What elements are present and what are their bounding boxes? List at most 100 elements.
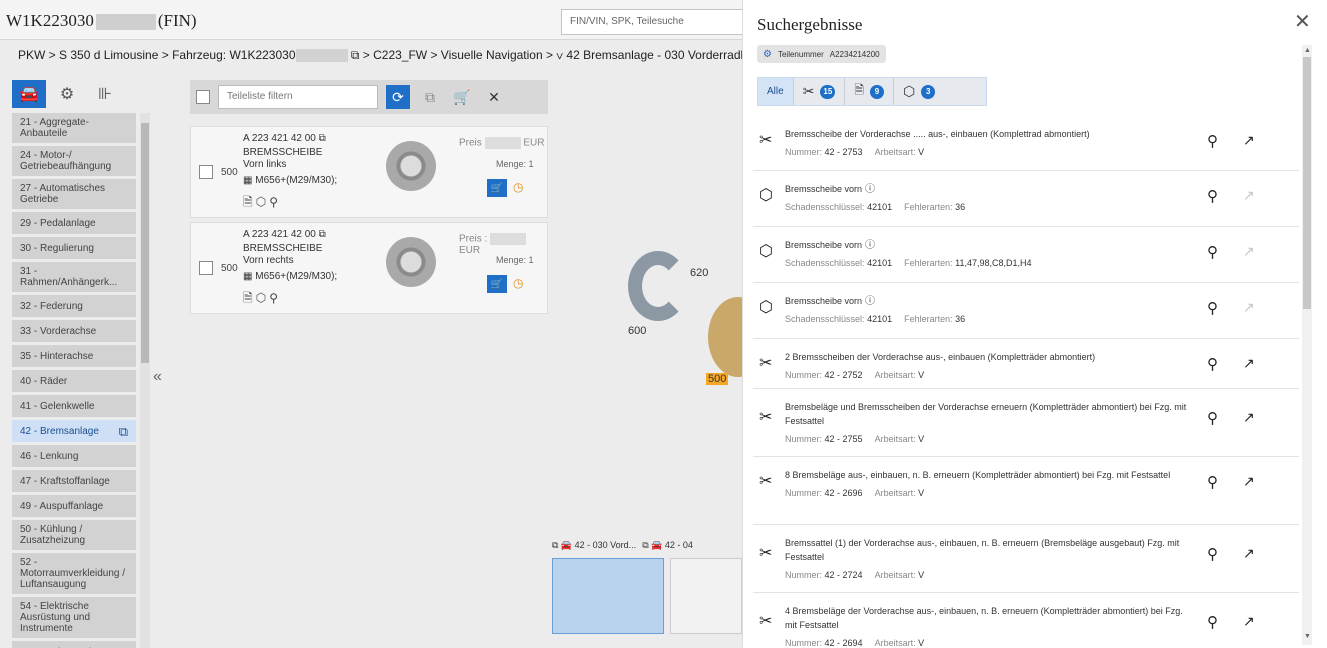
- search-icon[interactable]: ⚲: [1207, 409, 1218, 427]
- search-icon[interactable]: ⚲: [1207, 545, 1218, 563]
- brake-shield-image[interactable]: [628, 251, 688, 321]
- add-to-cart-button[interactable]: 🛒: [487, 275, 507, 293]
- diagram-thumbnail[interactable]: [670, 558, 742, 634]
- part-number[interactable]: A 223 421 42 00 ⧉: [243, 133, 326, 144]
- result-title[interactable]: Bremssattel (1) der Vorderachse aus-, ei…: [785, 536, 1195, 564]
- result-title[interactable]: Bremsscheibe der Vorderachse ..... aus-,…: [785, 127, 1195, 141]
- package-icon[interactable]: ⬡: [256, 291, 266, 305]
- result-title[interactable]: Bremsscheibe vorn ⓘ: [785, 182, 1195, 197]
- part-card[interactable]: 500 A 223 421 42 00 ⧉ BREMSSCHEIBE Vorn rec…: [190, 222, 548, 314]
- part-checkbox[interactable]: [199, 261, 213, 275]
- result-title[interactable]: Bremsscheibe vorn ⓘ: [785, 294, 1195, 309]
- result-row[interactable]: ✂ 2 Bremsscheiben der Vorderachse aus-, e…: [753, 339, 1299, 389]
- search-icon[interactable]: ⚲: [1207, 613, 1218, 631]
- select-all-checkbox[interactable]: [196, 90, 210, 104]
- breadcrumb-right[interactable]: > C223_FW > Visuelle Navigation > ∨ 42 B…: [363, 48, 781, 62]
- copy-icon[interactable]: ⧉: [319, 229, 326, 240]
- search-icon[interactable]: ⚲: [1207, 473, 1218, 491]
- copy-icon[interactable]: ⧉: [351, 48, 360, 62]
- sidebar-item[interactable]: 27 - Automatisches Getriebe: [12, 179, 136, 209]
- sidebar-item[interactable]: 42 - Bremsanlage ⧉: [12, 420, 136, 442]
- sidebar-item[interactable]: 35 - Hinterachse: [12, 345, 136, 367]
- sidebar-item[interactable]: 24 - Motor-/ Getriebeaufhängung: [12, 146, 136, 176]
- open-external-icon[interactable]: ↗: [1243, 409, 1255, 426]
- tab-repair-operations[interactable]: ✂ 15: [794, 78, 846, 105]
- callout-500[interactable]: 500: [706, 373, 729, 385]
- open-external-icon[interactable]: ↗: [1243, 473, 1255, 490]
- diagram-thumbnail-selected[interactable]: [552, 558, 664, 634]
- sidebar-item[interactable]: 47 - Kraftstoffanlage: [12, 470, 136, 492]
- info-icon[interactable]: ⓘ: [865, 240, 875, 251]
- result-row[interactable]: ⬡ Bremsscheibe vorn ⓘ Schadensschlüssel: 42…: [753, 283, 1299, 339]
- result-row[interactable]: ✂ 4 Bremsbeläge der Vorderachse aus-, ein…: [753, 593, 1299, 648]
- info-icon[interactable]: ⓘ: [865, 184, 875, 195]
- result-row[interactable]: ✂ Bremsscheibe der Vorderachse ..... aus-…: [753, 116, 1299, 171]
- tab-wis-documents[interactable]: 🗎 9: [845, 78, 894, 105]
- tab-all[interactable]: Alle: [758, 78, 794, 105]
- clock-icon[interactable]: ◷: [513, 276, 523, 290]
- refresh-icon[interactable]: ⟳: [386, 85, 410, 109]
- sidebar-item[interactable]: 52 - Motorraumverkleidung / Luftansaugun…: [12, 553, 136, 594]
- copy-icon[interactable]: ⧉: [418, 85, 442, 109]
- search-icon[interactable]: ⚲: [269, 291, 278, 305]
- sidebar-item[interactable]: 54 - Elektrische Ausrüstung und Instrume…: [12, 597, 136, 638]
- sidebar-item[interactable]: 49 - Auspuffanlage: [12, 495, 136, 517]
- scroll-up-icon[interactable]: ▲: [1304, 47, 1311, 54]
- clear-filter-icon[interactable]: ✕: [482, 85, 506, 109]
- document-icon[interactable]: 🗎: [243, 195, 253, 209]
- sidebar-item[interactable]: 32 - Federung: [12, 295, 136, 317]
- search-icon[interactable]: ⚲: [1207, 355, 1218, 373]
- close-icon[interactable]: ✕: [1294, 12, 1311, 32]
- scroll-down-icon[interactable]: ▼: [1304, 633, 1311, 640]
- search-icon[interactable]: ⚲: [1207, 243, 1218, 261]
- info-icon[interactable]: ⓘ: [865, 296, 875, 307]
- results-scrollbar[interactable]: ▲ ▼: [1302, 45, 1312, 645]
- package-icon[interactable]: ⬡: [256, 195, 266, 209]
- truck-icon[interactable]: ⊪: [88, 80, 122, 108]
- cart-icon[interactable]: 🛒: [450, 85, 474, 109]
- sidebar-item[interactable]: 40 - Räder: [12, 370, 136, 392]
- result-row[interactable]: ✂ Bremsbeläge und Bremsscheiben der Vorde…: [753, 389, 1299, 457]
- sidebar-scrollbar[interactable]: [140, 113, 150, 648]
- open-external-icon[interactable]: ↗: [1243, 132, 1255, 149]
- thumbnail-tab-2[interactable]: ⧉ 🚘 42 - 04: [642, 540, 693, 558]
- clock-icon[interactable]: ◷: [513, 180, 523, 194]
- sidebar-item[interactable]: 41 - Gelenkwelle: [12, 395, 136, 417]
- engine-icon[interactable]: ⚙: [50, 80, 84, 108]
- copy-icon[interactable]: ⧉: [319, 133, 326, 144]
- sidebar-item[interactable]: 58 - Werkzeug /: [12, 641, 136, 648]
- diagram-link-icon[interactable]: ⧉: [119, 425, 128, 438]
- callout-600[interactable]: 600: [628, 325, 646, 337]
- sidebar-item[interactable]: 46 - Lenkung: [12, 445, 136, 467]
- search-filter-chip[interactable]: ⚙ Teilenummer A2234214200: [757, 45, 886, 63]
- tab-damage-codes[interactable]: ⬡ 3: [894, 78, 944, 105]
- search-icon[interactable]: ⚲: [269, 195, 278, 209]
- open-external-icon[interactable]: ↗: [1243, 545, 1255, 562]
- add-to-cart-button[interactable]: 🛒: [487, 179, 507, 197]
- collapse-sidebar-icon[interactable]: «: [153, 368, 162, 386]
- car-icon[interactable]: 🚘: [12, 80, 46, 108]
- sidebar-item[interactable]: 31 - Rahmen/Anhängerk...: [12, 262, 136, 292]
- open-external-icon[interactable]: ↗: [1243, 355, 1255, 372]
- result-title[interactable]: Bremsbeläge und Bremsscheiben der Vorder…: [785, 400, 1195, 428]
- search-icon[interactable]: ⚲: [1207, 132, 1218, 150]
- thumbnail-tab-1[interactable]: ⧉ 🚘 42 - 030 Vord...: [552, 540, 636, 558]
- sidebar-item[interactable]: 33 - Vorderachse: [12, 320, 136, 342]
- result-title[interactable]: Bremsscheibe vorn ⓘ: [785, 238, 1195, 253]
- result-row[interactable]: ✂ 8 Bremsbeläge aus-, einbauen, n. B. ern…: [753, 457, 1299, 525]
- result-title[interactable]: 4 Bremsbeläge der Vorderachse aus-, einb…: [785, 604, 1195, 632]
- breadcrumb-left[interactable]: PKW > S 350 d Limousine > Fahrzeug: W1K2…: [18, 48, 296, 62]
- parts-filter-input[interactable]: Teileliste filtern: [218, 85, 378, 109]
- search-icon[interactable]: ⚲: [1207, 299, 1218, 317]
- sidebar-item[interactable]: 21 - Aggregate-Anbauteile: [12, 113, 136, 143]
- result-row[interactable]: ⬡ Bremsscheibe vorn ⓘ Schadensschlüssel: 42…: [753, 227, 1299, 283]
- vin-search-input[interactable]: FIN/VIN, SPK, Teilesuche: [561, 9, 761, 35]
- callout-620[interactable]: 620: [690, 267, 708, 279]
- results-scroll-thumb[interactable]: [1303, 57, 1311, 309]
- result-title[interactable]: 2 Bremsscheiben der Vorderachse aus-, ei…: [785, 350, 1195, 364]
- part-checkbox[interactable]: [199, 165, 213, 179]
- part-number[interactable]: A 223 421 42 00 ⧉: [243, 229, 326, 240]
- result-row[interactable]: ⬡ Bremsscheibe vorn ⓘ Schadensschlüssel: 42…: [753, 171, 1299, 227]
- document-icon[interactable]: 🗎: [243, 291, 253, 305]
- open-external-icon[interactable]: ↗: [1243, 613, 1255, 630]
